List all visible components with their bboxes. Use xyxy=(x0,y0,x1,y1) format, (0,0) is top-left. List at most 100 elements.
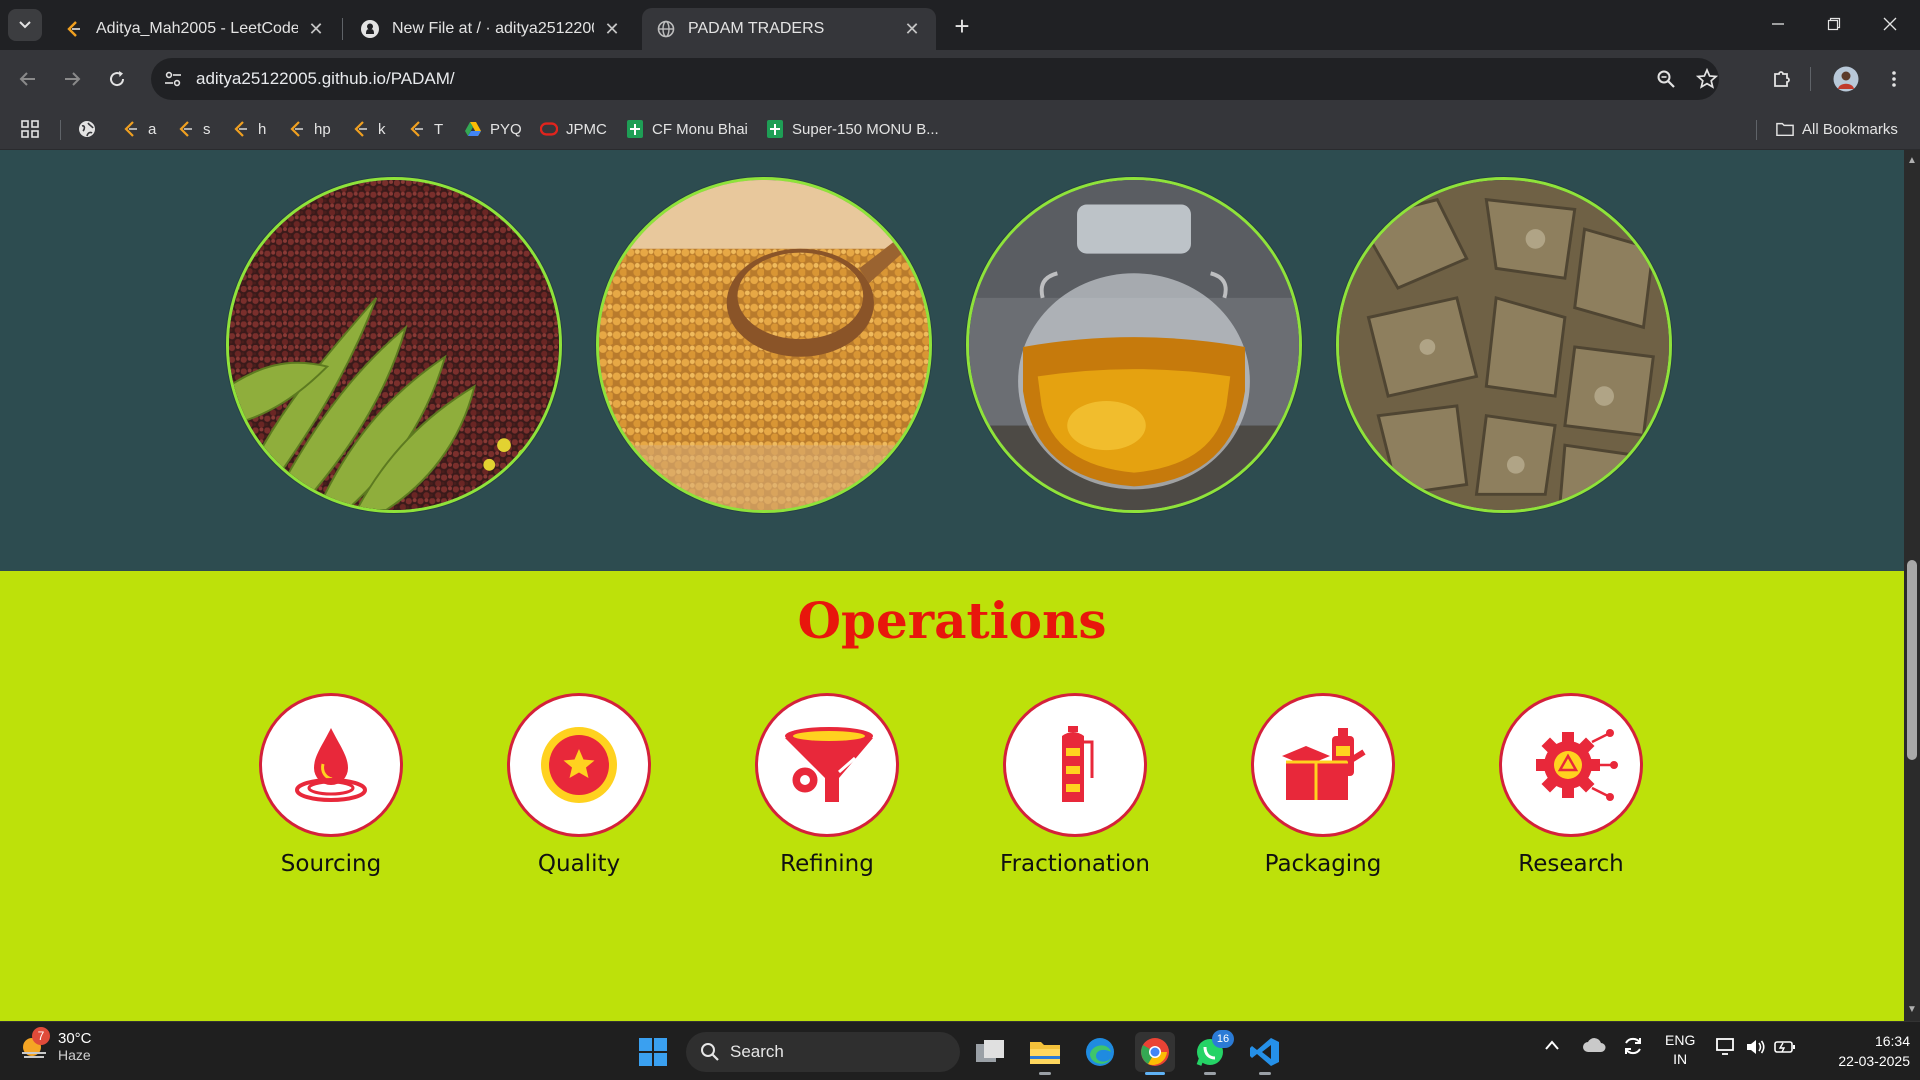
running-indicator xyxy=(1259,1072,1271,1075)
oil-drop-icon xyxy=(295,728,367,802)
bookmark-h[interactable]: h xyxy=(232,116,266,142)
bookmark-hp[interactable]: hp xyxy=(288,116,331,142)
product-image-oil-cake[interactable] xyxy=(1336,177,1672,513)
product-image-oil-jar[interactable] xyxy=(966,177,1302,513)
whatsapp-button[interactable]: 16 xyxy=(1190,1030,1234,1075)
operation-quality[interactable]: Quality xyxy=(479,693,679,877)
tab-leetcode[interactable]: Aditya_Mah2005 - LeetCode Pr ✕ xyxy=(50,8,340,50)
chrome-button[interactable] xyxy=(1135,1032,1175,1075)
folder-icon xyxy=(1030,1042,1060,1064)
operation-packaging[interactable]: Packaging xyxy=(1223,693,1423,877)
profile-button[interactable] xyxy=(1830,63,1862,95)
close-window-button[interactable] xyxy=(1862,8,1918,40)
edge-button[interactable] xyxy=(1080,1032,1120,1072)
edge-icon xyxy=(1086,1038,1114,1066)
yellow-seeds-image xyxy=(599,180,929,510)
onedrive-button[interactable] xyxy=(1582,1036,1606,1057)
product-image-mustard-seeds[interactable] xyxy=(226,177,562,513)
oil-cake-image xyxy=(1339,180,1669,510)
restore-icon xyxy=(1827,17,1841,31)
tab-strip: Aditya_Mah2005 - LeetCode Pr ✕ New File … xyxy=(0,0,1920,50)
language-indicator[interactable]: ENG IN xyxy=(1665,1031,1695,1069)
battery-button[interactable] xyxy=(1774,1038,1796,1059)
zoom-icon[interactable] xyxy=(1656,69,1676,89)
extensions-button[interactable] xyxy=(1766,63,1798,95)
all-bookmarks-button[interactable]: All Bookmarks xyxy=(1776,116,1898,142)
operation-fractionation[interactable]: Fractionation xyxy=(975,693,1175,877)
operation-refining[interactable]: Refining xyxy=(727,693,927,877)
bookmark-label: hp xyxy=(314,120,331,138)
avatar xyxy=(1833,66,1859,92)
star-icon[interactable] xyxy=(1696,68,1718,90)
product-image-yellow-seeds[interactable] xyxy=(596,177,932,513)
tab-search-button[interactable] xyxy=(8,9,42,41)
tab-padam-traders[interactable]: PADAM TRADERS ✕ xyxy=(642,8,936,50)
operation-icon-ring xyxy=(755,693,899,837)
file-explorer-button[interactable] xyxy=(1025,1032,1065,1075)
speaker-icon xyxy=(1747,1040,1765,1054)
operation-icon-ring xyxy=(507,693,651,837)
network-icon xyxy=(1716,1038,1734,1055)
bookmarks-bar: a s h hp k T PYQ JPMC CF Monu Bhai Super… xyxy=(0,108,1920,150)
scroll-up-arrow-icon[interactable]: ▲ xyxy=(1907,156,1917,166)
operation-icon-ring xyxy=(259,693,403,837)
search-icon xyxy=(701,1043,719,1061)
bookmark-k[interactable]: k xyxy=(352,116,386,142)
sheets-icon xyxy=(766,120,784,138)
drive-icon xyxy=(464,120,482,138)
bookmark-label: T xyxy=(434,120,444,138)
bookmark-a[interactable]: a xyxy=(122,116,156,142)
folder-icon xyxy=(1776,120,1794,138)
bookmark-label: k xyxy=(378,120,386,138)
site-info-icon[interactable] xyxy=(163,69,183,89)
network-button[interactable] xyxy=(1716,1038,1738,1059)
apps-button[interactable] xyxy=(20,116,40,142)
operation-label: Quality xyxy=(537,851,621,877)
close-icon[interactable]: ✕ xyxy=(602,19,622,39)
menu-button[interactable] xyxy=(1878,63,1910,95)
box-bottle-icon xyxy=(1282,728,1366,800)
bookmark-pyq[interactable]: PYQ xyxy=(464,116,522,142)
scroll-down-arrow-icon[interactable]: ▼ xyxy=(1907,1005,1917,1015)
battery-icon xyxy=(1774,1041,1795,1053)
forward-button[interactable] xyxy=(56,63,88,95)
tab-title: New File at / · aditya25122005/ xyxy=(392,20,594,37)
start-button[interactable] xyxy=(633,1032,673,1072)
operation-sourcing[interactable]: Sourcing xyxy=(231,693,431,877)
operation-label: Packaging xyxy=(1264,851,1382,877)
weather-badge: 7 xyxy=(32,1026,50,1045)
restore-button[interactable] xyxy=(1806,8,1862,40)
bookmark-cf-monu-bhai[interactable]: CF Monu Bhai xyxy=(626,116,748,142)
volume-button[interactable] xyxy=(1745,1038,1767,1059)
minimize-button[interactable] xyxy=(1750,8,1806,40)
page-scrollbar[interactable]: ▲ ▼ xyxy=(1904,150,1920,1021)
bookmark-s[interactable]: s xyxy=(177,116,211,142)
system-clock[interactable]: 16:34 22-03-2025 xyxy=(1810,1031,1910,1071)
address-bar[interactable]: aditya25122005.github.io/PADAM/ xyxy=(151,58,1719,100)
new-tab-button[interactable]: + xyxy=(948,11,976,41)
weather-condition: Haze xyxy=(58,1047,91,1063)
close-icon[interactable]: ✕ xyxy=(902,19,922,39)
tab-title: PADAM TRADERS xyxy=(688,20,825,37)
bookmark-t[interactable]: T xyxy=(408,116,443,142)
task-view-button[interactable] xyxy=(970,1032,1010,1072)
close-icon[interactable]: ✕ xyxy=(306,19,326,39)
scroll-thumb[interactable] xyxy=(1907,560,1917,760)
bookmark-globe[interactable] xyxy=(78,116,104,142)
vscode-button[interactable] xyxy=(1245,1032,1285,1075)
reload-button[interactable] xyxy=(101,63,133,95)
active-indicator xyxy=(1145,1072,1165,1075)
sync-button[interactable] xyxy=(1622,1035,1644,1060)
bookmark-super-150[interactable]: Super-150 MONU B... xyxy=(766,116,939,142)
products-section xyxy=(0,150,1904,571)
chevron-up-icon xyxy=(1545,1040,1559,1050)
tray-overflow-button[interactable] xyxy=(1544,1038,1560,1054)
taskbar-search[interactable]: Search xyxy=(686,1032,960,1072)
operation-research[interactable]: Research xyxy=(1471,693,1671,877)
tab-github[interactable]: New File at / · aditya25122005/ ✕ xyxy=(346,8,636,50)
leetcode-icon xyxy=(408,120,426,138)
bookmark-jpmc[interactable]: JPMC xyxy=(540,116,607,142)
reload-icon xyxy=(110,71,125,87)
weather-widget[interactable]: 7 30°C Haze xyxy=(18,1026,92,1063)
back-button[interactable] xyxy=(12,63,44,95)
